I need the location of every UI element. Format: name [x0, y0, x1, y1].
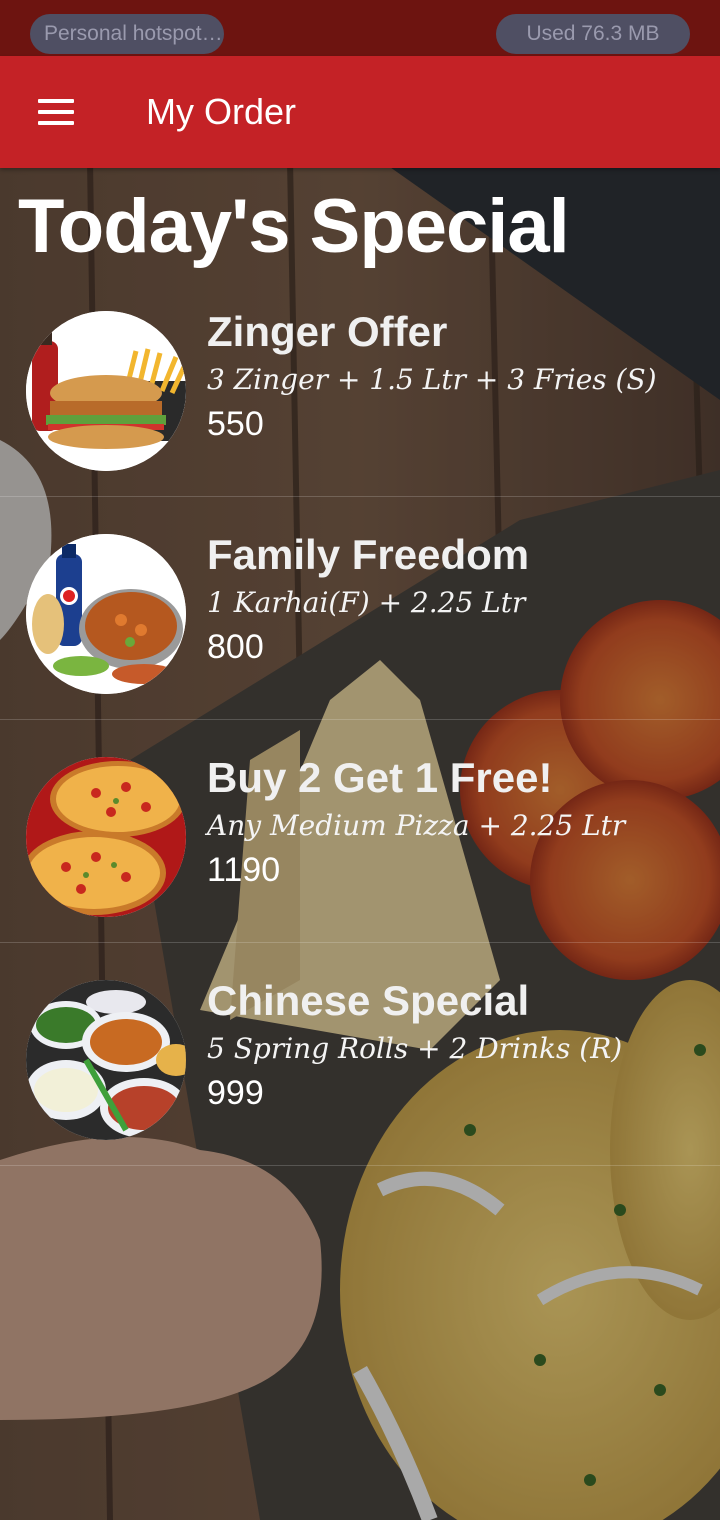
special-item[interactable]: Buy 2 Get 1 Free! Any Medium Pizza + 2.2… [0, 720, 720, 943]
karhai-meal-image [26, 534, 186, 694]
special-item[interactable]: Chinese Special 5 Spring Rolls + 2 Drink… [0, 943, 720, 1166]
specials-list: Zinger Offer 3 Zinger + 1.5 Ltr + 3 Frie… [0, 274, 720, 1166]
special-price: 550 [207, 405, 264, 443]
chinese-platter-image [26, 980, 186, 1140]
special-item[interactable]: Zinger Offer 3 Zinger + 1.5 Ltr + 3 Frie… [0, 274, 720, 497]
special-name: Buy 2 Get 1 Free! [207, 754, 553, 801]
hamburger-menu-icon[interactable] [28, 90, 84, 134]
special-price: 999 [207, 1074, 264, 1112]
special-name: Zinger Offer [207, 308, 448, 355]
hotspot-indicator[interactable]: Personal hotspot… [30, 14, 224, 54]
special-description: 3 Zinger + 1.5 Ltr + 3 Fries (S) [207, 363, 657, 396]
special-description: 1 Karhai(F) + 2.25 Ltr [207, 586, 526, 619]
app-bar: My Order [0, 56, 720, 168]
pizza-image [26, 757, 186, 917]
app-bar-title: My Order [146, 91, 297, 132]
special-description: 5 Spring Rolls + 2 Drinks (R) [207, 1032, 623, 1065]
special-price: 800 [207, 628, 264, 666]
special-name: Chinese Special [207, 977, 530, 1024]
data-usage-indicator: Used 76.3 MB [496, 14, 690, 54]
special-name: Family Freedom [207, 531, 530, 578]
burger-combo-image [26, 311, 186, 471]
status-bar: Personal hotspot… Used 76.3 MB [0, 0, 720, 56]
section-title: Today's Special [18, 184, 570, 269]
special-item[interactable]: Family Freedom 1 Karhai(F) + 2.25 Ltr 80… [0, 497, 720, 720]
special-price: 1190 [207, 851, 281, 889]
special-description: Any Medium Pizza + 2.25 Ltr [207, 809, 626, 842]
